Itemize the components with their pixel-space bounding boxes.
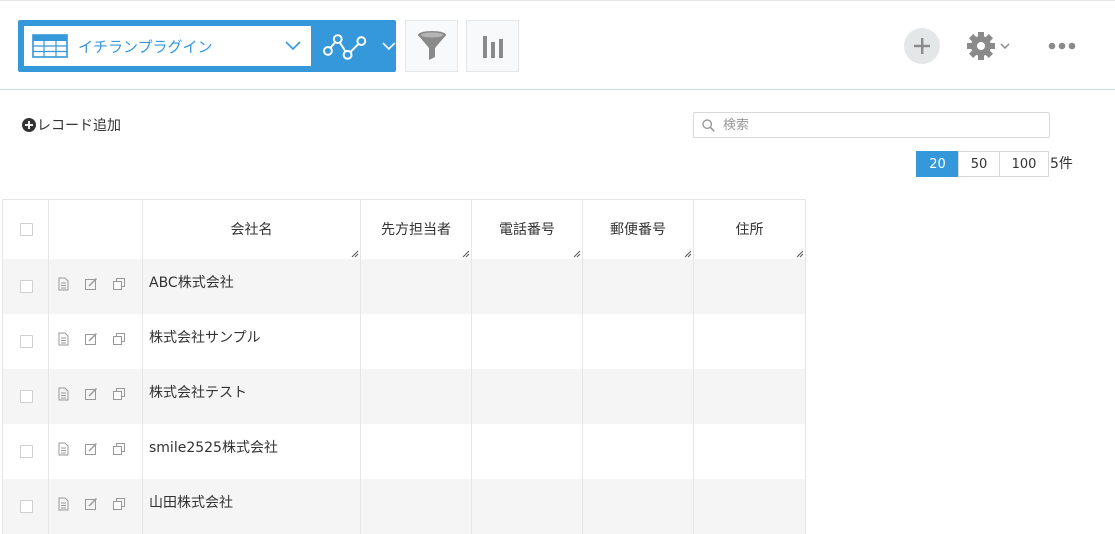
settings-button[interactable] (966, 29, 1016, 63)
edit-icon[interactable] (84, 277, 98, 291)
copy-icon[interactable] (112, 277, 126, 291)
resize-handle-icon[interactable] (684, 250, 692, 258)
search-box (693, 112, 1050, 138)
cell-contact (360, 313, 472, 369)
column-header-company[interactable]: 会社名 (142, 199, 361, 259)
chevron-down-icon (1000, 43, 1010, 50)
cell-zip (582, 258, 694, 314)
document-icon[interactable] (56, 277, 70, 291)
column-header-contact[interactable]: 先方担当者 (360, 199, 472, 259)
row-checkbox[interactable] (20, 334, 33, 348)
cell-address (693, 368, 806, 424)
graph-menu-button[interactable] (317, 20, 396, 72)
column-header-address[interactable]: 住所 (693, 199, 806, 259)
column-header-zip[interactable]: 郵便番号 (582, 199, 694, 259)
table-row: smile2525株式会社 (2, 423, 806, 479)
copy-icon[interactable] (112, 497, 126, 511)
gear-icon (967, 32, 995, 60)
cell-phone (471, 478, 583, 534)
resize-handle-icon[interactable] (351, 250, 359, 258)
edit-icon[interactable] (84, 497, 98, 511)
cell-company: ABC株式会社 (142, 258, 361, 314)
cell-contact (360, 368, 472, 424)
document-icon[interactable] (56, 442, 70, 456)
filter-button[interactable] (405, 20, 458, 72)
cell-address (693, 423, 806, 479)
cell-address (693, 313, 806, 369)
cell-zip (582, 423, 694, 479)
cell-phone (471, 313, 583, 369)
row-checkbox[interactable] (20, 444, 33, 458)
copy-icon[interactable] (112, 332, 126, 346)
add-record-top-button[interactable] (904, 28, 940, 64)
resize-handle-icon[interactable] (573, 250, 581, 258)
cell-company: smile2525株式会社 (142, 423, 361, 479)
document-icon[interactable] (56, 497, 70, 511)
search-icon (702, 118, 715, 132)
graph-icon (323, 34, 367, 60)
cell-contact (360, 478, 472, 534)
add-record-link[interactable]: レコード追加 (22, 115, 121, 135)
page-size-50[interactable]: 50 (958, 151, 1000, 177)
copy-icon[interactable] (112, 442, 126, 456)
plus-icon (914, 38, 930, 54)
chart-button[interactable] (466, 20, 519, 72)
edit-icon[interactable] (84, 387, 98, 401)
row-checkbox[interactable] (20, 499, 33, 513)
view-selector-dropdown[interactable]: イチランプラグイン (24, 26, 311, 66)
view-selector-group: イチランプラグイン (18, 20, 396, 72)
copy-icon[interactable] (112, 387, 126, 401)
search-input[interactable] (723, 117, 1023, 133)
edit-icon[interactable] (84, 332, 98, 346)
table-row: 株式会社サンプル (2, 313, 806, 369)
table-icon (32, 34, 68, 58)
table-header-row: 会社名 先方担当者 電話番号 郵便番号 住所 (2, 199, 806, 259)
cell-zip (582, 368, 694, 424)
cell-company: 山田株式会社 (142, 478, 361, 534)
edit-icon[interactable] (84, 442, 98, 456)
row-checkbox[interactable] (20, 389, 33, 403)
cell-contact (360, 423, 472, 479)
header-toolbar: イチランプラグイン (0, 0, 1115, 90)
column-header-phone[interactable]: 電話番号 (471, 199, 583, 259)
page-size-selector: 20 50 100 (916, 151, 1049, 177)
record-count: 5件 (1050, 156, 1073, 172)
actions-header (48, 199, 143, 259)
document-icon[interactable] (56, 332, 70, 346)
document-icon[interactable] (56, 387, 70, 401)
chevron-down-icon (285, 41, 301, 51)
cell-company: 株式会社サンプル (142, 313, 361, 369)
filter-icon (417, 31, 446, 60)
select-all-checkbox[interactable] (20, 223, 33, 236)
plus-circle-icon (22, 118, 36, 132)
page-size-20[interactable]: 20 (916, 151, 959, 177)
more-icon (1048, 42, 1076, 50)
table-row: ABC株式会社 (2, 258, 806, 314)
page-size-100[interactable]: 100 (999, 151, 1049, 177)
table-row: 株式会社テスト (2, 368, 806, 424)
cell-zip (582, 313, 694, 369)
row-checkbox[interactable] (20, 279, 33, 293)
select-all-header (2, 199, 49, 259)
resize-handle-icon[interactable] (796, 250, 804, 258)
cell-phone (471, 423, 583, 479)
cell-contact (360, 258, 472, 314)
records-table: 会社名 先方担当者 電話番号 郵便番号 住所 ABC株式会社 株式会社サンプル … (2, 199, 806, 534)
cell-address (693, 478, 806, 534)
cell-company: 株式会社テスト (142, 368, 361, 424)
cell-address (693, 258, 806, 314)
cell-zip (582, 478, 694, 534)
cell-phone (471, 368, 583, 424)
view-name: イチランプラグイン (78, 37, 213, 56)
chevron-down-icon (382, 42, 396, 50)
bar-chart-icon (482, 36, 503, 58)
add-record-label: レコード追加 (37, 118, 121, 134)
table-row: 山田株式会社 (2, 478, 806, 534)
resize-handle-icon[interactable] (462, 250, 470, 258)
more-options-button[interactable] (1046, 37, 1078, 55)
cell-phone (471, 258, 583, 314)
